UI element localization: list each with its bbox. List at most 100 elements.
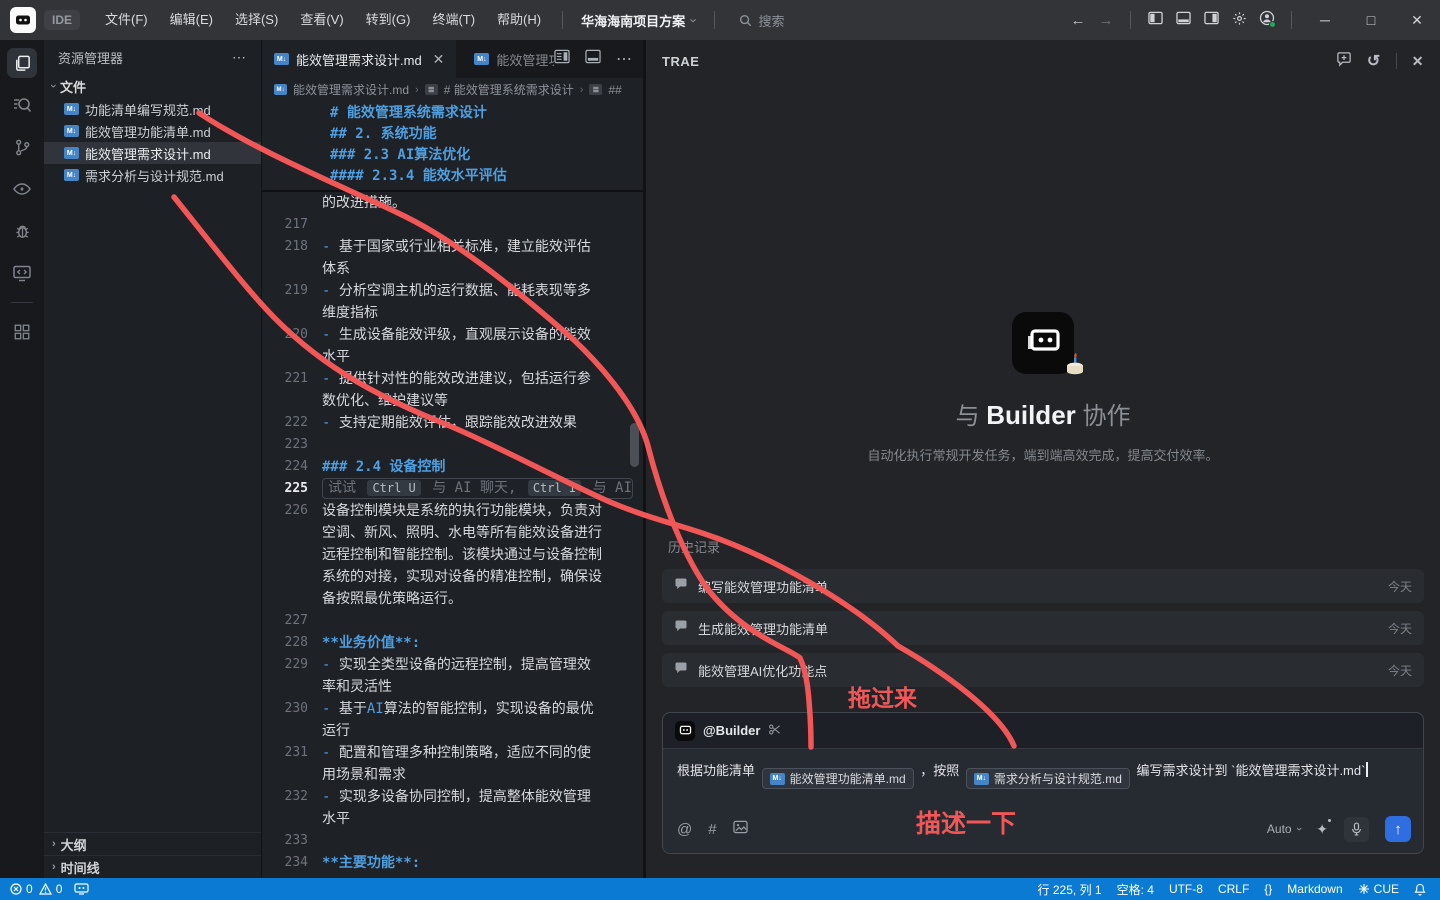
sticky-heading[interactable]: #### 2.3.4 能效水平评估 bbox=[262, 166, 643, 187]
close-panel-icon[interactable]: ✕ bbox=[1412, 53, 1424, 70]
encoding[interactable]: UTF-8 bbox=[1169, 882, 1203, 896]
sticky-heading[interactable]: ## 2. 系统功能 bbox=[262, 124, 643, 145]
sticky-heading[interactable]: # 能效管理系统需求设计 bbox=[262, 103, 643, 124]
maximize-button[interactable]: □ bbox=[1348, 12, 1394, 28]
code-line[interactable]: 230- 基于AI算法的智能控制，实现设备的最优 bbox=[262, 698, 643, 720]
code-line[interactable]: 用场景和需求 bbox=[262, 764, 643, 786]
code-line[interactable]: 231- 配置和管理多种控制策略，适应不同的使 bbox=[262, 742, 643, 764]
history-icon[interactable]: ↺ bbox=[1367, 51, 1381, 71]
file-item[interactable]: M↓能效管理需求设计.md bbox=[44, 142, 261, 164]
more-actions-icon[interactable]: ⋯ bbox=[232, 49, 247, 66]
code-line[interactable]: 234**主要功能**: bbox=[262, 852, 643, 874]
send-button[interactable]: ↑ bbox=[1385, 816, 1411, 842]
file-reference-chip[interactable]: M↓需求分析与设计规范.md bbox=[966, 768, 1130, 789]
context-hash-icon[interactable]: # bbox=[708, 821, 716, 838]
code-line[interactable]: 218- 基于国家或行业相关标准，建立能效评估 bbox=[262, 236, 643, 258]
explorer-icon[interactable] bbox=[7, 48, 37, 78]
code-line[interactable]: 222- 支持定期能效评估，跟踪能效改进效果 bbox=[262, 412, 643, 434]
timeline-section[interactable]: › 时间线 bbox=[44, 855, 261, 878]
code-line[interactable]: 217 bbox=[262, 214, 643, 236]
braces-indicator[interactable]: {} bbox=[1264, 882, 1272, 896]
image-attach-icon[interactable] bbox=[733, 820, 748, 839]
code-line[interactable]: 232- 实现多设备协同控制，提高整体能效管理 bbox=[262, 786, 643, 808]
code-line[interactable]: 系统的对接，实现对设备的精准控制，确保设 bbox=[262, 566, 643, 588]
toggle-left-panel-icon[interactable] bbox=[1141, 11, 1169, 29]
breadcrumb-item[interactable]: ## bbox=[608, 83, 621, 97]
back-icon[interactable]: ← bbox=[1064, 12, 1092, 29]
menu-item[interactable]: 终端(T) bbox=[421, 0, 486, 40]
editor-body[interactable]: # 能效管理系统需求设计## 2. 系统功能### 2.3 AI算法优化####… bbox=[262, 101, 643, 878]
eol-setting[interactable]: CRLF bbox=[1218, 882, 1249, 896]
source-control-icon[interactable] bbox=[7, 132, 37, 162]
code-line[interactable]: 220- 生成设备能效评级，直观展示设备的能效 bbox=[262, 324, 643, 346]
history-item[interactable]: 能效管理AI优化功能点今天 bbox=[662, 653, 1424, 687]
breadcrumb-item[interactable]: # 能效管理系统需求设计 bbox=[444, 81, 574, 98]
menu-item[interactable]: 查看(V) bbox=[289, 0, 354, 40]
agent-mention[interactable]: @Builder bbox=[703, 723, 760, 738]
tab-inactive[interactable]: M↓ 能效管理功能清单.md bbox=[462, 40, 554, 78]
code-line[interactable]: 空调、新风、照明、水电等所有能效设备进行 bbox=[262, 522, 643, 544]
code-line[interactable]: 维度指标 bbox=[262, 302, 643, 324]
file-item[interactable]: M↓功能清单编写规范.md bbox=[44, 98, 261, 120]
minimize-button[interactable]: ─ bbox=[1302, 12, 1348, 28]
outline-section[interactable]: › 大纲 bbox=[44, 832, 261, 855]
enhance-sparkle-icon[interactable]: ✦ bbox=[1316, 821, 1328, 838]
microphone-icon[interactable] bbox=[1344, 817, 1369, 842]
code-line[interactable]: 水平 bbox=[262, 808, 643, 830]
history-item[interactable]: 编写能效管理功能清单今天 bbox=[662, 569, 1424, 603]
code-line[interactable]: 率和灵活性 bbox=[262, 676, 643, 698]
notifications-bell-icon[interactable] bbox=[1414, 883, 1426, 896]
search-button[interactable]: 搜索 bbox=[739, 11, 784, 30]
history-item[interactable]: 生成能效管理功能清单今天 bbox=[662, 611, 1424, 645]
files-section-header[interactable]: › 文件 bbox=[44, 74, 261, 98]
new-chat-icon[interactable] bbox=[1336, 51, 1352, 71]
code-line[interactable]: 221- 提供针对性的能效改进建议，包括运行参 bbox=[262, 368, 643, 390]
account-icon[interactable] bbox=[1253, 10, 1281, 30]
code-line[interactable]: 219- 分析空调主机的运行数据、能耗表现等多 bbox=[262, 280, 643, 302]
close-tab-icon[interactable]: ✕ bbox=[433, 51, 445, 68]
menu-item[interactable]: 选择(S) bbox=[224, 0, 289, 40]
split-editor-icon[interactable] bbox=[585, 49, 601, 69]
sticky-heading[interactable]: ### 2.3 AI算法优化 bbox=[262, 145, 643, 166]
menu-item[interactable]: 编辑(E) bbox=[159, 0, 224, 40]
scrollbar-thumb[interactable] bbox=[630, 423, 639, 467]
code-line[interactable]: 数优化、维护建议等 bbox=[262, 390, 643, 412]
breadcrumb-item[interactable]: 能效管理需求设计.md bbox=[293, 81, 409, 98]
warnings-indicator[interactable]: 0 bbox=[39, 882, 63, 896]
cursor-position[interactable]: 行 225, 列 1 bbox=[1038, 881, 1102, 898]
toggle-right-panel-icon[interactable] bbox=[1197, 11, 1225, 29]
mention-icon[interactable]: @ bbox=[677, 821, 692, 838]
code-line[interactable]: 体系 bbox=[262, 258, 643, 280]
code-line[interactable]: 226设备控制模块是系统的执行功能模块，负责对 bbox=[262, 500, 643, 522]
menu-item[interactable]: 转到(G) bbox=[355, 0, 422, 40]
code-line[interactable]: 备按照最优策略运行。 bbox=[262, 588, 643, 610]
open-preview-icon[interactable] bbox=[554, 49, 570, 69]
cue-indicator[interactable]: CUE bbox=[1358, 882, 1399, 896]
code-line[interactable]: 229- 实现全类型设备的远程控制，提高管理效 bbox=[262, 654, 643, 676]
debug-bug-icon[interactable] bbox=[7, 216, 37, 246]
file-item[interactable]: M↓需求分析与设计规范.md bbox=[44, 164, 261, 186]
project-selector[interactable]: 华海海南项目方案 › bbox=[573, 11, 704, 30]
remote-code-icon[interactable] bbox=[7, 258, 37, 288]
code-line[interactable]: 的改进措施。 bbox=[262, 192, 643, 214]
tab-active[interactable]: M↓ 能效管理需求设计.md ✕ bbox=[262, 40, 456, 78]
code-line[interactable]: 227 bbox=[262, 610, 643, 632]
file-item[interactable]: M↓能效管理功能清单.md bbox=[44, 120, 261, 142]
code-line[interactable]: 225试试 Ctrl U 与 AI 聊天, Ctrl I 与 AI - bbox=[262, 478, 643, 500]
chat-input[interactable]: 根据功能清单 M↓能效管理功能清单.md ，按照 M↓需求分析与设计规范.md … bbox=[663, 749, 1423, 813]
code-line[interactable]: 223 bbox=[262, 434, 643, 456]
toggle-bottom-panel-icon[interactable] bbox=[1169, 11, 1197, 29]
more-actions-icon[interactable]: ⋯ bbox=[616, 49, 633, 69]
trae-status-icon[interactable] bbox=[74, 883, 89, 895]
code-line[interactable]: 228**业务价值**: bbox=[262, 632, 643, 654]
search-sidebar-icon[interactable] bbox=[7, 90, 37, 120]
indent-setting[interactable]: 空格: 4 bbox=[1117, 881, 1154, 898]
errors-indicator[interactable]: 0 bbox=[10, 882, 33, 896]
menu-item[interactable]: 帮助(H) bbox=[486, 0, 552, 40]
scissors-icon[interactable] bbox=[768, 723, 781, 739]
language-mode[interactable]: Markdown bbox=[1287, 882, 1342, 896]
preview-eye-icon[interactable] bbox=[7, 174, 37, 204]
forward-icon[interactable]: → bbox=[1092, 12, 1120, 29]
code-line[interactable]: 水平 bbox=[262, 346, 643, 368]
gear-icon[interactable] bbox=[1225, 11, 1253, 30]
